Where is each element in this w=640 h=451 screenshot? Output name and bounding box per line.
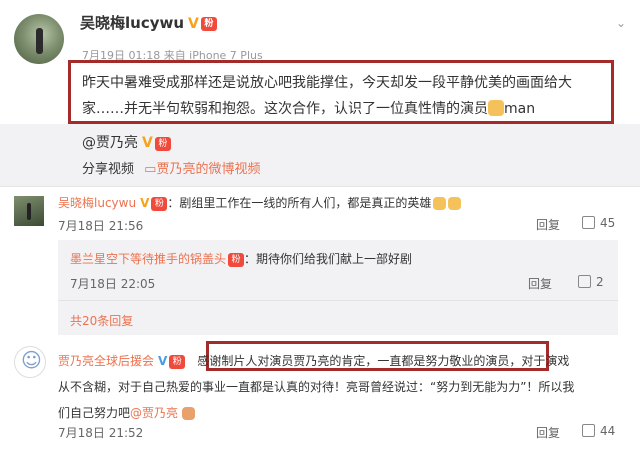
sub-reply: 墨兰星空下等待推手的锅盖头粉：期待你们给我们献上一部好剧 [70, 250, 610, 267]
like-button[interactable]: 2 [578, 275, 604, 289]
verified-icon: V [140, 196, 150, 210]
comment-date: 7月18日 21:56 [58, 219, 144, 233]
clap-icon [448, 197, 462, 210]
divider [0, 186, 640, 187]
fan-badge-icon: 粉 [200, 16, 217, 31]
fan-badge-icon: 粉 [154, 136, 171, 151]
share-row: 分享视频 ▭贾乃亮的微博视频 [82, 158, 260, 177]
comment-date: 7月18日 22:05 [70, 277, 156, 291]
chevron-down-icon[interactable]: ⌄ [616, 16, 626, 30]
reply-button[interactable]: 回复 [536, 216, 560, 233]
fan-badge-icon: 粉 [228, 252, 245, 267]
share-video-label: 分享视频 [82, 162, 135, 177]
comment-author[interactable]: 墨兰星空下等待推手的锅盖头 [70, 252, 226, 266]
verified-icon: V [158, 354, 168, 368]
comment-date: 7月18日 21:52 [58, 426, 144, 440]
comment-author[interactable]: 贾乃亮全球后援会 [58, 354, 154, 368]
comment: 吴晓梅lucywu V 粉：剧组里工作在一线的所有人们，都是真正的英雄 [58, 194, 618, 211]
mention-link[interactable]: @贾乃亮 [82, 135, 138, 151]
thumbs-up-icon [578, 275, 591, 288]
mention-link[interactable]: @贾乃亮 [130, 406, 178, 420]
username[interactable]: 吴晓梅lucywu [80, 14, 184, 32]
like-button[interactable]: 44 [582, 424, 615, 438]
fan-badge-icon: 粉 [151, 196, 168, 211]
divider [58, 300, 618, 301]
avatar[interactable] [14, 196, 44, 226]
comment-text: ：期待你们给我们献上一部好剧 [244, 252, 413, 266]
comment-text-highlight: 感谢制片人对演员贾乃亮的肯定，一直都是努力敬业的演员 [197, 354, 510, 368]
comment-text: ：剧组里工作在一线的所有人们，都是真正的英雄 [167, 196, 432, 210]
verified-icon: V [142, 135, 153, 151]
avatar[interactable] [14, 14, 64, 64]
thumbs-up-icon [488, 100, 504, 116]
reply-button[interactable]: 回复 [528, 275, 552, 292]
thumbs-up-icon [582, 216, 595, 229]
like-button[interactable]: 45 [582, 216, 615, 230]
weibo-video-link[interactable]: ▭贾乃亮的微博视频 [144, 162, 260, 177]
mention-line[interactable]: @贾乃亮 V 粉 [82, 132, 171, 152]
more-replies-link[interactable]: 共20条回复 [70, 312, 133, 329]
verified-icon: V [188, 16, 199, 32]
fan-badge-icon: 粉 [169, 354, 186, 369]
praying-hands-icon [182, 407, 196, 420]
post-body: 昨天中暑难受成那样还是说放心吧我能撑住，今天却发一段平静优美的画面给大家……并无… [82, 75, 572, 117]
thumbs-up-icon [582, 424, 595, 437]
reply-button[interactable]: 回复 [536, 424, 560, 441]
thumbs-up-icon [433, 197, 447, 210]
comment: 贾乃亮全球后援会 V 粉感谢制片人对演员贾乃亮的肯定，一直都是努力敬业的演员，对于演… [58, 348, 628, 426]
avatar[interactable] [14, 346, 46, 378]
comment-author[interactable]: 吴晓梅lucywu [58, 196, 136, 210]
post-author[interactable]: 吴晓梅lucywu V 粉 [80, 12, 217, 33]
repost-area: @贾乃亮 V 粉 分享视频 ▭贾乃亮的微博视频 [0, 124, 640, 186]
sub-replies: 墨兰星空下等待推手的锅盖头粉：期待你们给我们献上一部好剧 7月18日 22:05… [58, 240, 618, 335]
